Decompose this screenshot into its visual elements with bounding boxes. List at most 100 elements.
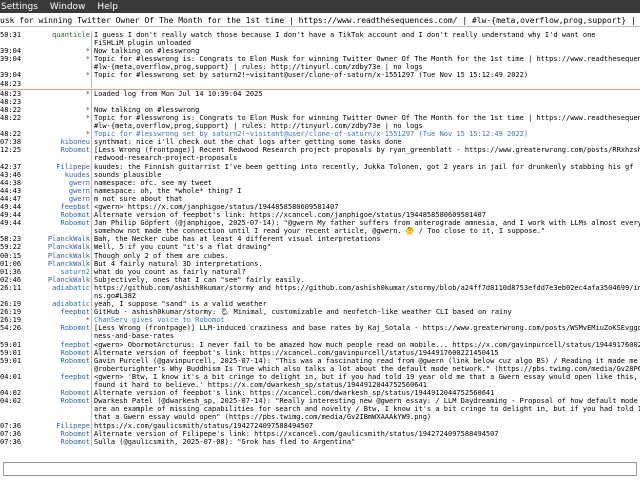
- column-separator: [91, 154, 92, 163]
- column-separator: [91, 138, 92, 147]
- chat-line: 42:37]Filipepe kuudes: the Finnish guitar…: [0, 162, 640, 171]
- column-separator: [91, 381, 92, 390]
- message-text: redwood-research-project-proposals: [94, 154, 238, 163]
- column-separator: [91, 162, 92, 171]
- nickname[interactable]: PlanckWalk: [22, 276, 90, 284]
- chat-line: 12:25]Robomot [Less Wrong (frontpage)] Re…: [0, 146, 640, 155]
- chat-line: ness-and-base-rates: [0, 332, 640, 341]
- nickname[interactable]: PlanckWalk: [22, 260, 90, 268]
- column-separator: [91, 413, 92, 422]
- chat-line: redwood-research-project-proposals: [0, 154, 640, 163]
- nickname[interactable]: feepbot: [22, 203, 90, 211]
- column-separator: [91, 372, 92, 382]
- chat-line: 43:46]kuudes sounds plausible: [0, 170, 640, 179]
- chat-line: 50:31]quanticle I guess I don't really wa…: [0, 31, 640, 40]
- nickname[interactable]: Filipepe: [22, 163, 90, 171]
- nickname[interactable]: PlanckWalk: [22, 252, 90, 260]
- nickname[interactable]: PlanckWalk: [22, 243, 90, 251]
- nickname[interactable]: adiabatic: [22, 284, 90, 292]
- nickname[interactable]: Robomot: [22, 389, 90, 397]
- menu-help[interactable]: Help: [96, 2, 119, 12]
- nickname[interactable]: saturn2: [22, 268, 90, 276]
- column-separator: [91, 97, 92, 106]
- chat-line: #lw-{meta,overflow,prog,support} | rules…: [0, 63, 640, 72]
- column-separator: [91, 356, 92, 365]
- chat-log[interactable]: 50:31]quanticle I guess I don't really wa…: [0, 31, 640, 460]
- menu-bar: Settings Window Help: [0, 0, 640, 13]
- chat-line: 39:04] * Now talking on #lesswrong: [0, 47, 640, 56]
- chat-line: 01:36]saturn2 what do you count as fairly…: [0, 267, 640, 276]
- timestamp: 48:23]: [0, 79, 22, 88]
- nickname[interactable]: kuudes: [22, 171, 90, 179]
- column-separator: [91, 130, 92, 139]
- column-separator: [91, 105, 92, 114]
- nickname[interactable]: Robomot: [22, 438, 90, 446]
- column-separator: [91, 251, 92, 260]
- column-separator: [91, 47, 92, 56]
- nickname[interactable]: Robomot: [22, 324, 90, 332]
- message-input[interactable]: [3, 462, 637, 476]
- chat-line: 39:04] * Topic for #lesswrong is: Congrats…: [0, 55, 640, 64]
- nickname[interactable]: quanticle: [22, 31, 90, 39]
- chat-line: 48:23] * Loaded log from Mon Jul 14 10:39:…: [0, 88, 640, 98]
- nickname[interactable]: Robomot: [22, 397, 90, 405]
- timestamp: 07:36]: [0, 437, 22, 446]
- column-separator: [91, 397, 92, 406]
- column-separator: [91, 332, 92, 341]
- timestamp: 43:46]: [0, 170, 22, 179]
- nickname: *: [85, 130, 90, 139]
- chat-line: 26:19]feepbot GitHub - ashish0kumar/storm…: [0, 308, 640, 317]
- column-separator: [91, 235, 92, 244]
- nickname[interactable]: feepbot: [22, 341, 90, 349]
- message-text: found it hard to believe.' https://x.com…: [94, 381, 427, 390]
- nickname[interactable]: Filipepe: [22, 422, 90, 430]
- chat-line: 44:43]gwern namespace: oh, the *whole* th…: [0, 186, 640, 195]
- message-text: namespace: ofc. see my tweet: [94, 178, 213, 187]
- column-separator: [91, 389, 92, 398]
- timestamp: 48:22]: [0, 105, 22, 114]
- message-text: ns.go#L382: [94, 292, 137, 300]
- nickname[interactable]: gwern: [22, 179, 90, 187]
- nickname[interactable]: gwern: [22, 195, 90, 203]
- nickname[interactable]: feepbot: [22, 373, 90, 381]
- menu-settings[interactable]: Settings: [0, 2, 39, 12]
- column-separator: [91, 292, 92, 301]
- nickname[interactable]: Robomot: [22, 211, 90, 219]
- column-separator: [91, 437, 92, 446]
- nickname[interactable]: Robomot: [22, 219, 90, 227]
- column-separator: [91, 71, 92, 80]
- message-text: #lw-{meta,overflow,prog,support} | rules…: [94, 122, 423, 131]
- message-text: Jan Philip Göpfert (@janphigoe, 2025-07-…: [94, 219, 640, 228]
- nickname[interactable]: PlanckWalk: [22, 235, 90, 243]
- menu-window[interactable]: Window: [49, 2, 87, 12]
- nickname[interactable]: Robomot: [22, 146, 90, 154]
- nickname[interactable]: gwern: [22, 187, 90, 195]
- message-text: Though only 2 of them are cubes.: [94, 251, 229, 260]
- message-text: Topic for #lesswrong set by saturn2!~vis…: [94, 130, 529, 139]
- timestamp: 01:36]: [0, 267, 22, 276]
- column-separator: [91, 31, 92, 40]
- message-text: Subjectively, ones that I can "see" fair…: [94, 275, 305, 284]
- nickname[interactable]: feepbot: [22, 308, 90, 316]
- message-text: Loaded log from Mon Jul 14 10:39:04 2025: [94, 89, 263, 98]
- message-text: m not sure about that: [94, 194, 183, 203]
- nickname: *: [85, 55, 90, 64]
- nickname[interactable]: Robomot: [22, 357, 90, 365]
- column-separator: [91, 186, 92, 195]
- column-separator: [91, 324, 92, 333]
- chat-line: somehow not made the connection until I …: [0, 227, 640, 236]
- nickname[interactable]: kiboneu: [22, 138, 90, 146]
- column-separator: [91, 429, 92, 438]
- column-separator: [91, 146, 92, 155]
- nickname: *: [85, 71, 90, 80]
- message-text: [Less Wrong (frontpage)] LLM-induced cra…: [94, 324, 640, 333]
- timestamp: 00:15]: [0, 251, 22, 260]
- chat-line: 49:44]feepbot <gwern> https://x.com/janph…: [0, 202, 640, 212]
- nickname[interactable]: adiabatic: [22, 300, 90, 308]
- channel-topic[interactable]: usk for winning Twitter Owner Of The Mon…: [0, 15, 640, 27]
- column-separator: [91, 63, 92, 72]
- chat-line: 44:47]gwern m not sure about that: [0, 194, 640, 203]
- nickname[interactable]: Robomot: [22, 349, 90, 357]
- message-text: yeah, I suppose "sand" is a valid weathe…: [94, 300, 267, 309]
- nickname[interactable]: Robomot: [22, 430, 90, 438]
